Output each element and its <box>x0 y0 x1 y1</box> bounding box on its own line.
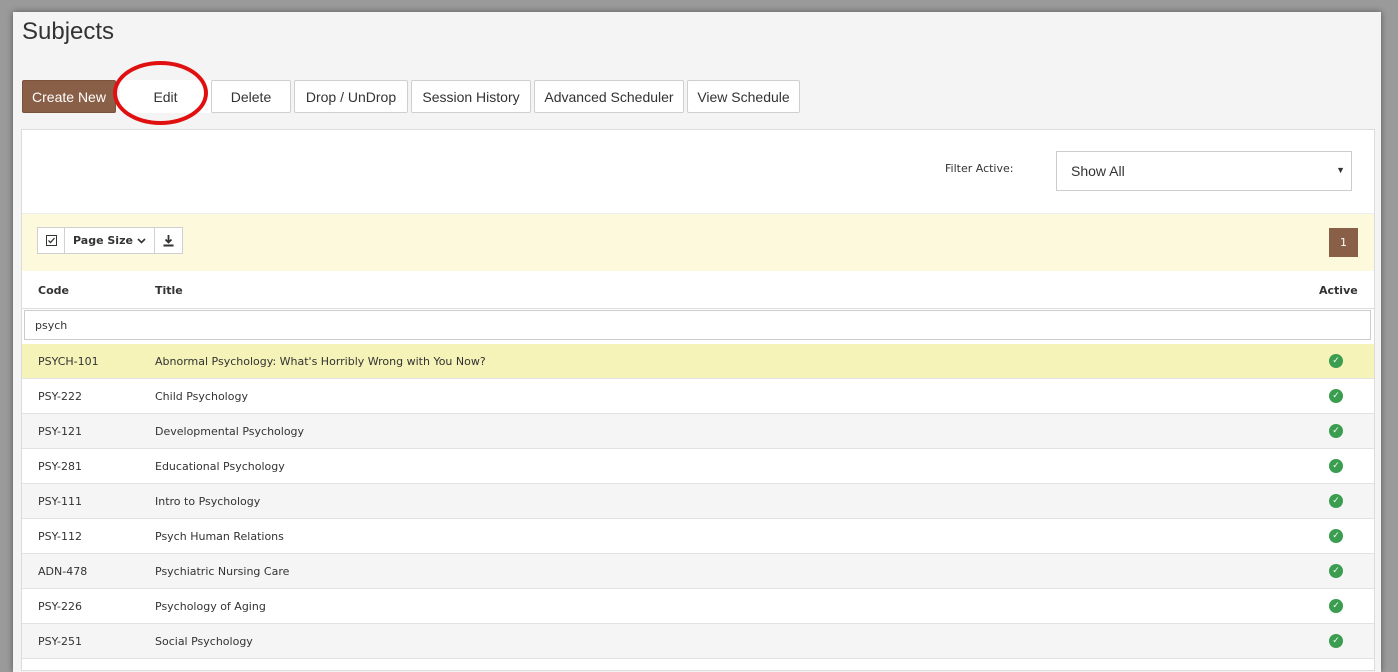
row-title: Intro to Psychology <box>155 495 261 508</box>
row-code: PSY-111 <box>38 495 82 508</box>
row-code: PSY-121 <box>38 425 82 438</box>
table-row[interactable]: PSY-121 Developmental Psychology ✓ <box>22 414 1374 449</box>
delete-button[interactable]: Delete <box>211 80 291 113</box>
check-circle-icon: ✓ <box>1329 529 1343 543</box>
row-code: PSY-112 <box>38 530 82 543</box>
row-code: PSY-251 <box>38 635 82 648</box>
row-code: PSYCH-101 <box>38 355 99 368</box>
row-code: PSY-281 <box>38 460 82 473</box>
check-circle-icon: ✓ <box>1329 599 1343 613</box>
row-title: Psychology of Aging <box>155 600 266 613</box>
row-title: Developmental Psychology <box>155 425 305 438</box>
column-header-row: Code Title Active <box>22 270 1374 309</box>
app-frame: Subjects Create New Edit Delete Drop / U… <box>13 12 1381 672</box>
row-code: PSY-226 <box>38 600 82 613</box>
page-size-label: Page Size <box>73 234 133 247</box>
create-new-button[interactable]: Create New <box>22 80 116 113</box>
check-circle-icon: ✓ <box>1329 494 1343 508</box>
edit-button[interactable]: Edit <box>120 80 211 113</box>
drop-undrop-button[interactable]: Drop / UnDrop <box>294 80 408 113</box>
page-1-button[interactable]: 1 <box>1329 228 1358 257</box>
view-schedule-button[interactable]: View Schedule <box>687 80 800 113</box>
row-title: Educational Psychology <box>155 460 285 473</box>
row-code: PSY-222 <box>38 390 82 403</box>
table-row[interactable]: PSY-251 Social Psychology ✓ <box>22 624 1374 659</box>
filter-active-value: Show All <box>1071 163 1125 179</box>
table-row[interactable]: PSY-111 Intro to Psychology ✓ <box>22 484 1374 519</box>
page-title: Subjects <box>22 18 115 45</box>
caret-down-icon: ▼ <box>1336 165 1345 175</box>
row-title: Psychiatric Nursing Care <box>155 565 290 578</box>
table-row[interactable]: PSY-222 Child Psychology ✓ <box>22 379 1374 414</box>
advanced-scheduler-button[interactable]: Advanced Scheduler <box>534 80 684 113</box>
subject-rows: PSYCH-101 Abnormal Psychology: What's Hor… <box>22 344 1374 659</box>
grid-toolbar: Page Size 1 <box>22 213 1374 271</box>
grid-tools-group: Page Size <box>37 227 183 254</box>
table-row[interactable]: PSY-281 Educational Psychology ✓ <box>22 449 1374 484</box>
session-history-button[interactable]: Session History <box>411 80 531 113</box>
subjects-grid-panel: Filter Active: Show All ▼ Page Size 1 Co… <box>21 129 1375 671</box>
table-row[interactable]: ADN-478 Psychiatric Nursing Care ✓ <box>22 554 1374 589</box>
filter-active-label: Filter Active: <box>945 162 1014 175</box>
row-title: Psych Human Relations <box>155 530 284 543</box>
table-row[interactable]: PSY-112 Psych Human Relations ✓ <box>22 519 1374 554</box>
column-header-active[interactable]: Active <box>1319 284 1358 297</box>
check-circle-icon: ✓ <box>1329 354 1343 368</box>
column-header-code[interactable]: Code <box>38 284 69 297</box>
page-size-button[interactable]: Page Size <box>64 228 154 253</box>
check-circle-icon: ✓ <box>1329 564 1343 578</box>
column-header-title[interactable]: Title <box>155 284 183 297</box>
download-icon[interactable] <box>154 228 182 253</box>
row-title: Child Psychology <box>155 390 248 403</box>
checkbox-icon[interactable] <box>38 228 64 253</box>
filter-row: Filter Active: Show All ▼ <box>22 130 1374 213</box>
row-title: Abnormal Psychology: What's Horribly Wro… <box>155 355 486 368</box>
table-row[interactable]: PSYCH-101 Abnormal Psychology: What's Hor… <box>22 344 1374 379</box>
table-row[interactable]: PSY-226 Psychology of Aging ✓ <box>22 589 1374 624</box>
chevron-down-icon <box>137 234 146 247</box>
filter-active-select[interactable]: Show All ▼ <box>1056 151 1352 191</box>
check-circle-icon: ✓ <box>1329 424 1343 438</box>
search-filter-input[interactable] <box>24 310 1371 340</box>
check-circle-icon: ✓ <box>1329 389 1343 403</box>
check-circle-icon: ✓ <box>1329 634 1343 648</box>
row-code: ADN-478 <box>38 565 88 578</box>
row-title: Social Psychology <box>155 635 253 648</box>
check-circle-icon: ✓ <box>1329 459 1343 473</box>
